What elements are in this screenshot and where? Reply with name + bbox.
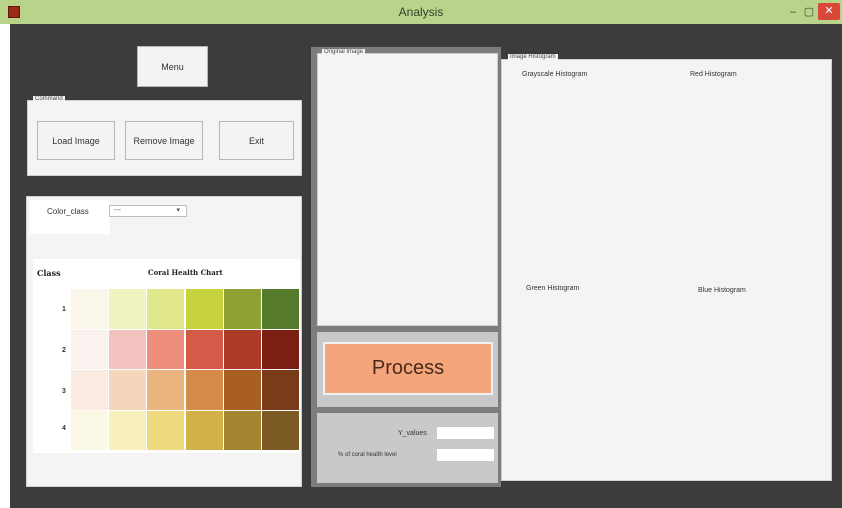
color-class-label-box (30, 200, 110, 234)
exit-label: Exit (248, 135, 264, 146)
y-values-field[interactable] (436, 426, 495, 440)
color-swatch (147, 410, 185, 450)
row-label-2: 2 (62, 347, 66, 354)
histogram-group-label: Image Histogram (508, 54, 558, 60)
color-swatch (109, 370, 147, 410)
color-swatch (147, 370, 185, 410)
process-button[interactable]: Process (323, 342, 493, 395)
color-swatch (223, 410, 261, 450)
color-swatch (109, 329, 147, 369)
color-swatch (71, 289, 109, 329)
blue-histogram-label: Blue Histogram (698, 287, 746, 294)
exit-button[interactable]: Exit (219, 121, 294, 160)
load-image-button[interactable]: Load Image (37, 121, 115, 160)
remove-image-button[interactable]: Remove Image (125, 121, 203, 160)
color-swatch (261, 329, 299, 369)
grayscale-histogram-label: Grayscale Histogram (522, 71, 588, 78)
row-label-1: 1 (62, 306, 66, 313)
color-swatch (147, 289, 185, 329)
histogram-panel (501, 59, 832, 481)
green-histogram-label: Green Histogram (526, 285, 580, 292)
color-class-select[interactable]: --- ▾ (109, 205, 187, 217)
color-swatch (71, 329, 109, 369)
color-swatch (109, 410, 147, 450)
command-group-label: Command (33, 96, 65, 102)
load-image-label: Load Image (52, 135, 100, 146)
health-level-field[interactable] (436, 448, 495, 462)
color-swatch (223, 289, 261, 329)
color-swatch (223, 370, 261, 410)
color-swatch (185, 329, 223, 369)
red-histogram-label: Red Histogram (690, 71, 737, 78)
color-swatch (109, 289, 147, 329)
close-button[interactable]: ✕ (818, 3, 840, 20)
color-swatch (185, 410, 223, 450)
menu-button-label: Menu (161, 61, 184, 72)
color-class-label: Color_class (47, 207, 89, 216)
color-swatch (185, 370, 223, 410)
color-swatch (147, 329, 185, 369)
process-label: Process (371, 357, 445, 379)
color-grid (71, 289, 300, 451)
color-swatch (185, 289, 223, 329)
color-swatch (223, 329, 261, 369)
color-swatch (261, 410, 299, 450)
chart-title: Coral Health Chart (148, 268, 223, 277)
original-image-panel (317, 53, 498, 326)
original-image-label: Original Image (322, 49, 366, 55)
color-swatch (71, 370, 109, 410)
maximize-button[interactable]: ▢ (802, 4, 816, 20)
minimize-button[interactable]: – (786, 4, 800, 20)
color-class-selected: --- (114, 207, 121, 214)
remove-image-label: Remove Image (133, 135, 195, 146)
y-values-label: Y_values (398, 430, 427, 437)
window-title: Analysis (398, 5, 444, 19)
chevron-down-icon: ▾ (176, 207, 180, 214)
color-swatch (261, 370, 299, 410)
row-label-3: 3 (62, 388, 66, 395)
health-level-label: % of coral health level (338, 452, 397, 458)
chart-class-label: Class (37, 268, 61, 278)
color-swatch (71, 410, 109, 450)
menu-button[interactable]: Menu (137, 46, 208, 87)
color-swatch (261, 289, 299, 329)
row-label-4: 4 (62, 425, 66, 432)
